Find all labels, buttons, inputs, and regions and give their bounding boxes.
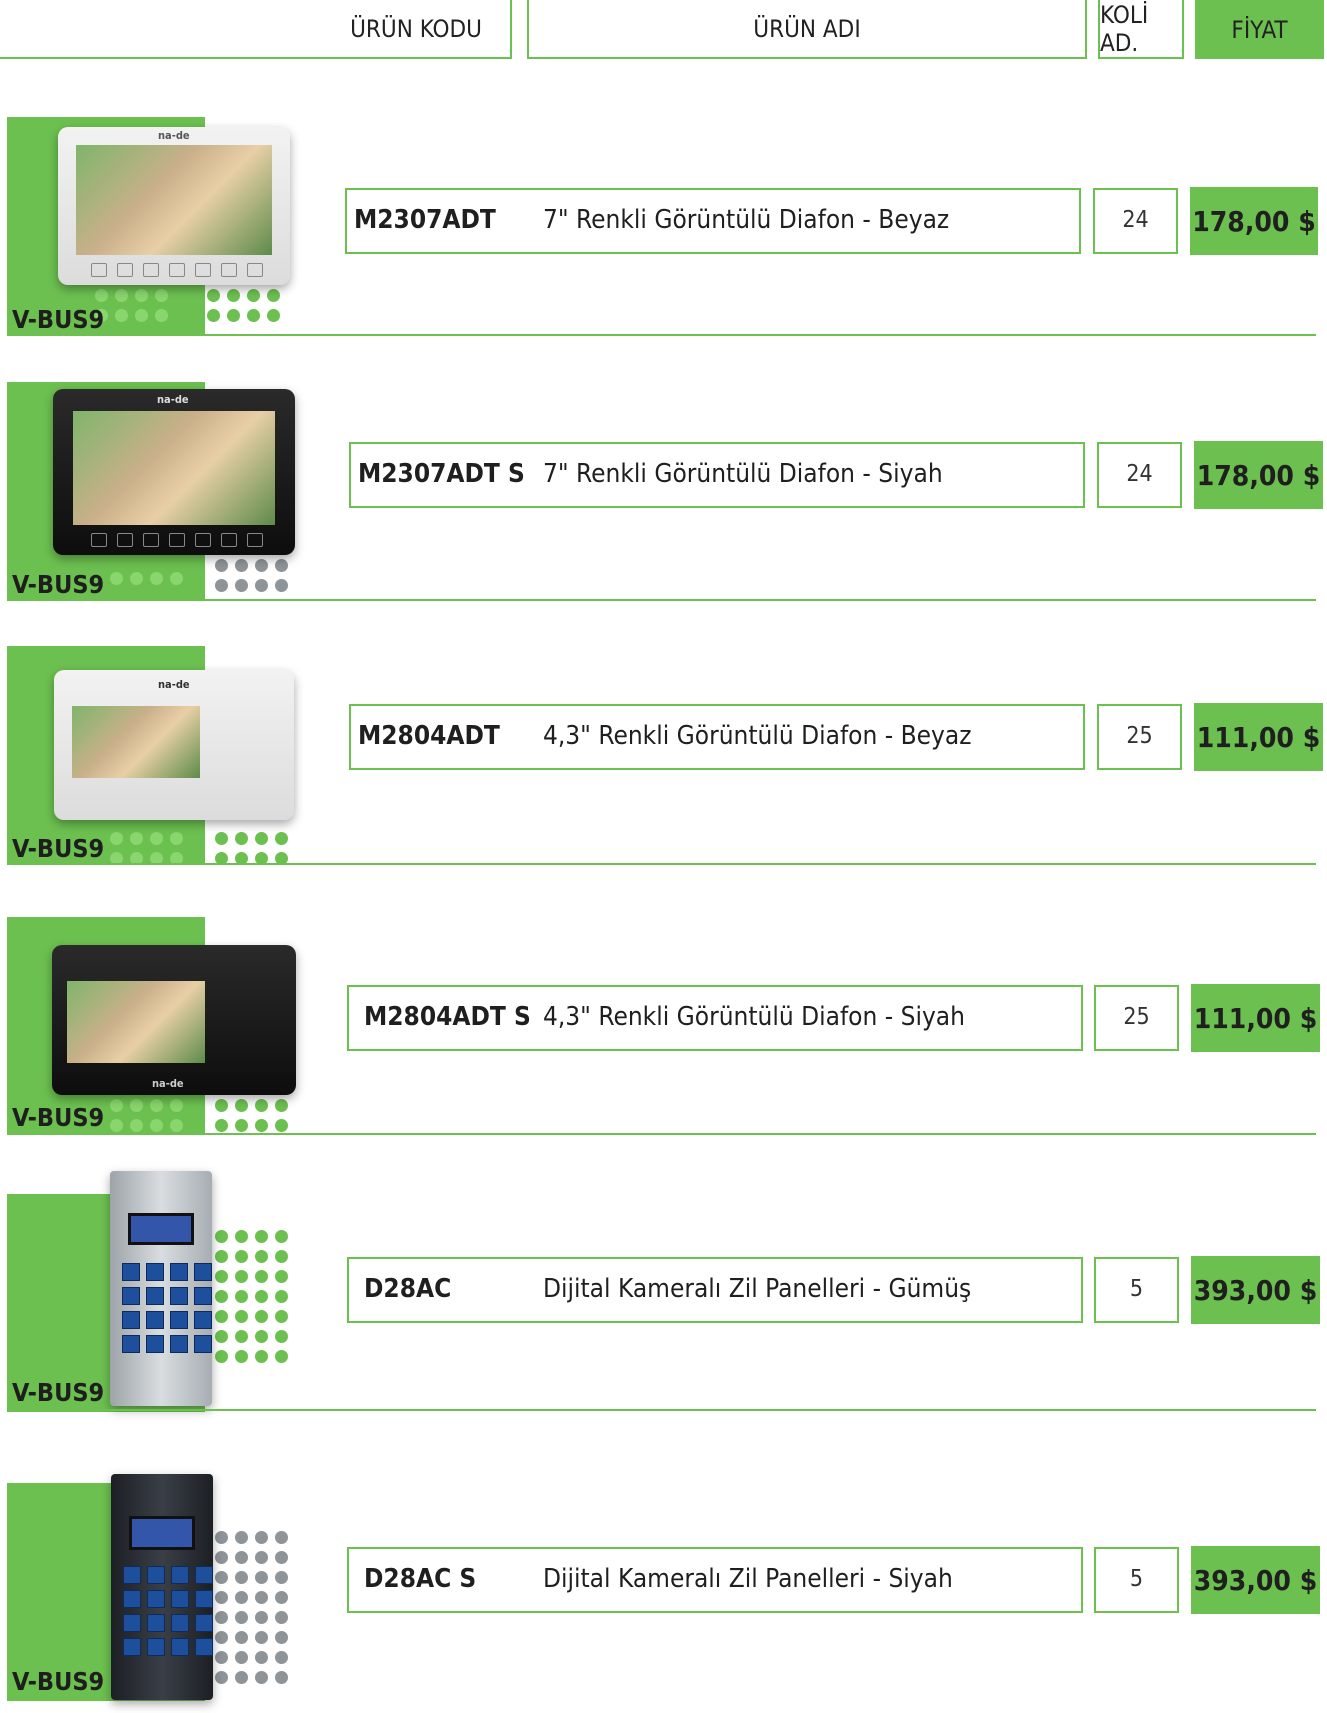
product-price: 111,00 $ <box>1194 703 1323 771</box>
product-code: M2307ADT <box>354 205 496 235</box>
dot-pattern <box>215 1230 288 1363</box>
product-row: na-de V-BUS9 M2804ADT S 4,3" Renkli Görü… <box>0 917 1327 1147</box>
product-qty: 24 <box>1126 461 1153 487</box>
header-code-label: ÜRÜN KODU <box>350 14 482 43</box>
monitor-buttons <box>91 533 263 547</box>
header-name-label: ÜRÜN ADI <box>753 14 861 43</box>
product-code: D28AC <box>364 1274 452 1304</box>
product-code: M2804ADT S <box>364 1002 531 1032</box>
product-name: 4,3" Renkli Görüntülü Diafon - Beyaz <box>543 721 972 751</box>
product-image-monitor-compact-white: na-de <box>54 670 294 820</box>
product-code: D28AC S <box>364 1564 477 1594</box>
product-row: V-BUS9 D28AC Dijital Kameralı Zil Panell… <box>0 1171 1327 1424</box>
panel-lcd <box>128 1213 194 1245</box>
dot-pattern <box>95 289 168 322</box>
dot-pattern <box>110 1099 183 1132</box>
panel-keypad <box>122 1263 212 1353</box>
row-divider <box>7 1133 1316 1135</box>
product-qty: 24 <box>1122 207 1149 233</box>
product-image-monitor-white: na-de <box>58 127 290 285</box>
product-name: 4,3" Renkli Görüntülü Diafon - Siyah <box>543 1002 965 1032</box>
dot-pattern <box>215 832 288 865</box>
product-image-monitor-compact-black: na-de <box>52 945 296 1095</box>
product-name: Dijital Kameralı Zil Panelleri - Gümüş <box>543 1274 972 1304</box>
product-price: 393,00 $ <box>1191 1256 1320 1324</box>
series-label: V-BUS9 <box>12 570 105 599</box>
header-qty-cell: KOLİ AD. <box>1098 0 1184 59</box>
product-qty: 25 <box>1123 1004 1150 1030</box>
product-image-door-panel-black <box>111 1474 213 1700</box>
header-name-cell: ÜRÜN ADI <box>527 0 1087 59</box>
row-divider <box>7 334 1316 336</box>
row-divider <box>7 599 1316 601</box>
product-price: 178,00 $ <box>1194 441 1323 509</box>
brand-logo: na-de <box>157 393 189 406</box>
product-name: 7" Renkli Görüntülü Diafon - Siyah <box>543 459 943 489</box>
dot-pattern <box>110 572 183 585</box>
row-divider <box>7 863 1316 865</box>
series-label: V-BUS9 <box>12 834 105 863</box>
row-divider <box>7 1409 1316 1411</box>
series-label: V-BUS9 <box>12 1103 105 1132</box>
brand-logo: na-de <box>152 1077 184 1090</box>
product-image-door-panel-silver <box>110 1171 212 1406</box>
product-name: Dijital Kameralı Zil Panelleri - Siyah <box>543 1564 953 1594</box>
dot-pattern <box>215 1099 288 1132</box>
dot-pattern <box>207 289 280 322</box>
product-row: na-de V-BUS9 M2307ADT 7" Renkli Görüntül… <box>0 117 1327 347</box>
dot-pattern <box>110 832 183 865</box>
series-label: V-BUS9 <box>12 1667 105 1696</box>
header-code-cell: ÜRÜN KODU <box>0 0 512 59</box>
product-price: 393,00 $ <box>1191 1546 1320 1614</box>
header-price-cell: FİYAT <box>1195 0 1324 59</box>
header-qty-label: KOLİ AD. <box>1100 0 1149 57</box>
product-qty: 5 <box>1129 1276 1144 1302</box>
brand-logo: na-de <box>158 129 190 142</box>
monitor-buttons <box>91 263 263 277</box>
monitor-screen <box>67 981 205 1063</box>
product-row: V-BUS9 D28AC S Dijital Kameralı Zil Pane… <box>0 1474 1327 1713</box>
dot-pattern <box>215 1531 288 1684</box>
series-label: V-BUS9 <box>12 1378 105 1407</box>
product-price: 111,00 $ <box>1191 984 1320 1052</box>
monitor-screen <box>72 706 200 778</box>
product-row: na-de V-BUS9 M2307ADT S 7" Renkli Görünt… <box>0 382 1327 612</box>
panel-lcd <box>129 1516 195 1550</box>
series-label: V-BUS9 <box>12 305 105 334</box>
brand-logo: na-de <box>158 678 190 691</box>
product-qty: 25 <box>1126 723 1153 749</box>
dot-pattern <box>88 1236 101 1389</box>
product-name: 7" Renkli Görüntülü Diafon - Beyaz <box>543 205 950 235</box>
product-price: 178,00 $ <box>1190 187 1318 255</box>
panel-keypad <box>123 1566 213 1656</box>
product-code: M2804ADT <box>358 721 500 751</box>
product-qty: 5 <box>1129 1566 1144 1592</box>
monitor-screen <box>73 411 275 525</box>
product-code: M2307ADT S <box>358 459 525 489</box>
header-price-label: FİYAT <box>1231 15 1288 44</box>
product-row: na-de V-BUS9 M2804ADT 4,3" Renkli Görünt… <box>0 646 1327 876</box>
product-image-monitor-black: na-de <box>53 389 295 555</box>
monitor-screen <box>76 145 272 255</box>
